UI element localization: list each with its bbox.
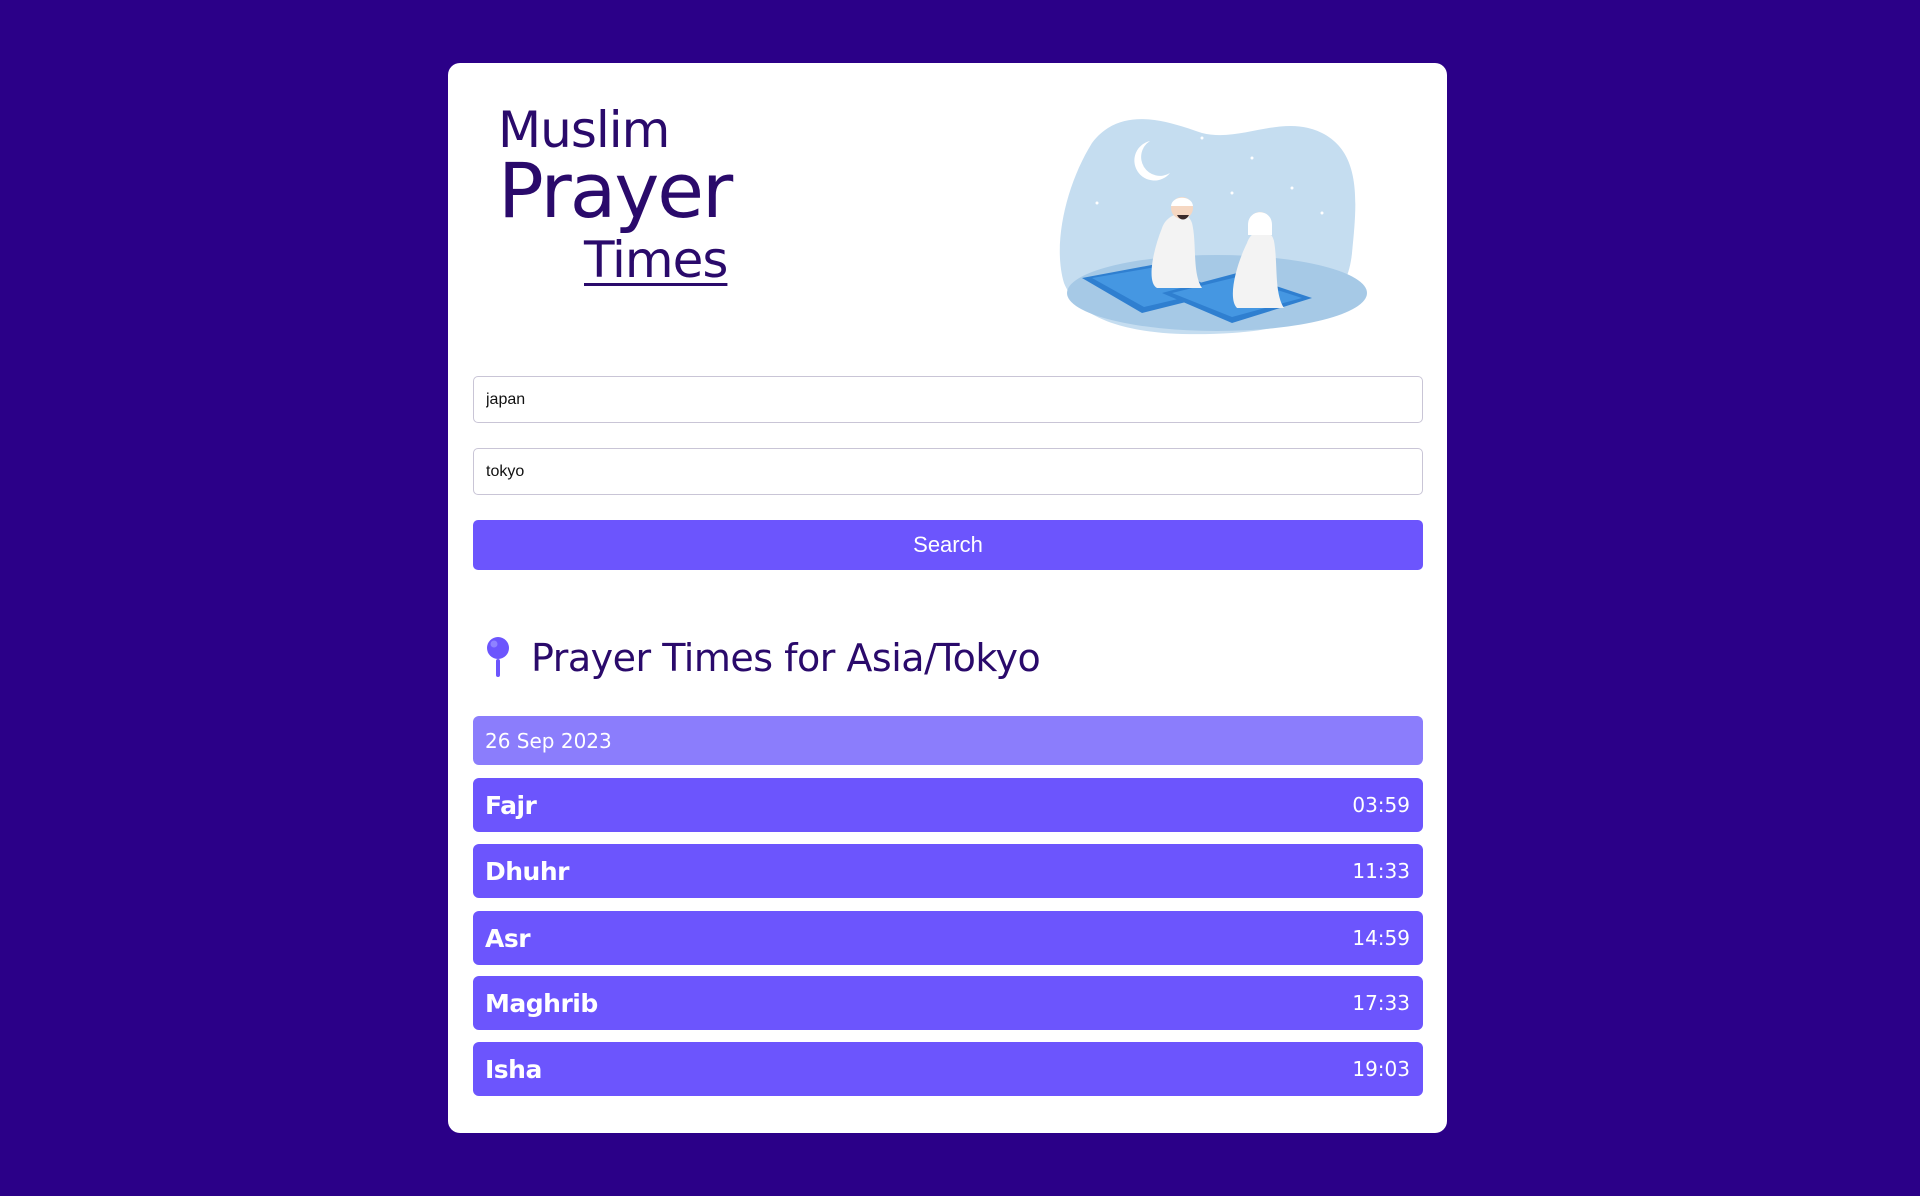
prayer-row-fajr: Fajr 03:59 (473, 778, 1423, 832)
prayer-row-dhuhr: Dhuhr 11:33 (473, 844, 1423, 898)
prayer-card: Muslim Prayer Times japan tokyo Search P… (448, 63, 1447, 1133)
title-line-prayer: Prayer (498, 146, 733, 235)
search-button[interactable]: Search (473, 520, 1423, 570)
city-input[interactable] (473, 448, 1423, 495)
date-bar: 26 Sep 2023 (473, 716, 1423, 765)
prayer-name: Maghrib (485, 988, 598, 1018)
prayer-time: 03:59 (1352, 793, 1410, 817)
app-title: Muslim Prayer Times (498, 105, 733, 289)
prayer-name: Asr (485, 923, 531, 953)
prayer-row-maghrib: Maghrib 17:33 (473, 976, 1423, 1030)
prayer-time: 19:03 (1352, 1057, 1410, 1081)
location-title: Prayer Times for Asia/Tokyo (531, 636, 1041, 680)
location-heading: Prayer Times for Asia/Tokyo (473, 628, 1041, 688)
prayer-time: 11:33 (1352, 859, 1410, 883)
prayer-name: Isha (485, 1054, 542, 1084)
praying-illustration (1059, 119, 1367, 335)
header: Muslim Prayer Times (473, 63, 1422, 375)
prayer-name: Dhuhr (485, 856, 569, 886)
prayer-row-isha: Isha 19:03 (473, 1042, 1423, 1096)
country-input[interactable] (473, 376, 1423, 423)
prayer-time: 14:59 (1352, 926, 1410, 950)
date-text: 26 Sep 2023 (485, 728, 612, 753)
prayer-row-asr: Asr 14:59 (473, 911, 1423, 965)
map-pin-icon (487, 637, 509, 677)
title-line-times: Times (584, 231, 728, 289)
prayer-time: 17:33 (1352, 991, 1410, 1015)
prayer-name: Fajr (485, 790, 537, 820)
